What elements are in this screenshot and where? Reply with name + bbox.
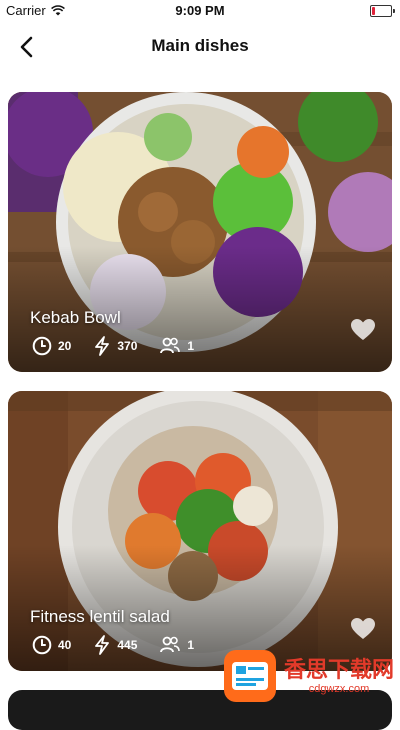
status-bar: Carrier 9:09 PM bbox=[0, 0, 400, 22]
calories-value: 370 bbox=[117, 339, 138, 353]
recipe-meta: 40 445 1 bbox=[32, 635, 216, 655]
meta-time: 40 bbox=[32, 635, 71, 655]
clock-icon bbox=[32, 635, 52, 655]
users-icon bbox=[160, 636, 181, 653]
status-time: 9:09 PM bbox=[175, 3, 225, 18]
watermark-text: 香思下载网 bbox=[283, 657, 394, 682]
servings-value: 1 bbox=[187, 638, 195, 652]
servings-value: 1 bbox=[187, 339, 195, 353]
meta-servings: 1 bbox=[159, 337, 194, 355]
page-title: Main dishes bbox=[151, 36, 249, 55]
users-icon bbox=[160, 337, 181, 354]
calories-value: 445 bbox=[117, 638, 138, 652]
time-value: 20 bbox=[58, 339, 72, 353]
nav-bar: Main dishes bbox=[0, 22, 400, 72]
meta-calories: 370 bbox=[93, 336, 137, 356]
heart-icon[interactable] bbox=[350, 617, 376, 641]
heart-icon[interactable] bbox=[350, 318, 376, 342]
meta-time: 20 bbox=[32, 336, 71, 356]
time-value: 40 bbox=[58, 638, 72, 652]
lightning-icon bbox=[95, 336, 110, 356]
battery-icon bbox=[370, 5, 395, 17]
recipe-meta: 20 370 1 bbox=[32, 336, 216, 356]
watermark: 香思下载网 cdgwzx.com bbox=[223, 650, 394, 702]
watermark-logo-icon bbox=[223, 650, 276, 702]
clock-icon bbox=[32, 336, 52, 356]
recipe-card[interactable]: Fitness lentil salad 40 445 1 bbox=[8, 391, 392, 671]
meta-calories: 445 bbox=[93, 635, 137, 655]
recipe-card[interactable]: Kebab Bowl 20 370 1 bbox=[8, 92, 392, 372]
meta-servings: 1 bbox=[159, 636, 194, 654]
watermark-url: cdgwzx.com bbox=[308, 683, 370, 695]
recipe-title: Kebab Bowl bbox=[30, 308, 121, 327]
recipe-title: Fitness lentil salad bbox=[30, 607, 170, 626]
lightning-icon bbox=[95, 635, 110, 655]
